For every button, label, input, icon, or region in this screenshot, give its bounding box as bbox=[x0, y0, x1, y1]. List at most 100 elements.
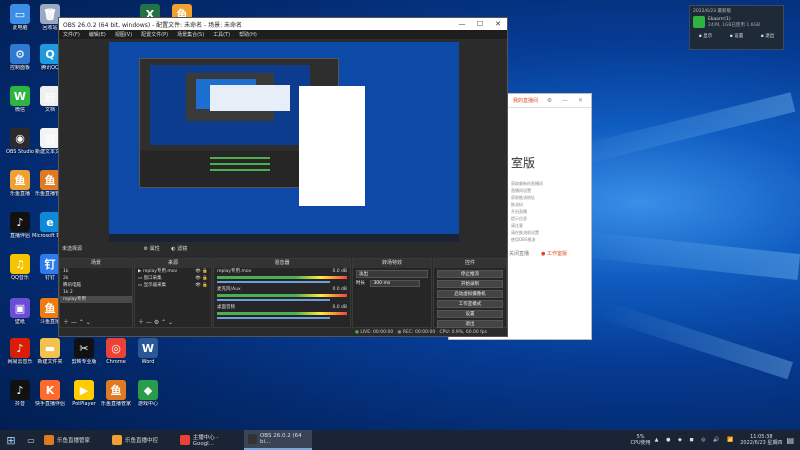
desktop-icon[interactable]: 鱼乐鱼直播管家 bbox=[98, 378, 134, 422]
menu-item[interactable]: 视图(V) bbox=[115, 31, 132, 38]
taskbar-app-label: 主播中心 - Googl... bbox=[192, 435, 219, 447]
properties-button[interactable]: ⚙ 属性 bbox=[144, 246, 160, 252]
notif-action[interactable]: ▪ 退出 bbox=[761, 33, 774, 39]
app-icon: ✂ bbox=[74, 338, 94, 358]
volume-slider[interactable] bbox=[217, 299, 330, 301]
desktop-icon-label: PotPlayer bbox=[72, 401, 96, 407]
app-icon: ♫ bbox=[10, 254, 30, 274]
minimize-button[interactable]: — bbox=[453, 20, 471, 28]
window-controls[interactable]: ⚙ — ✕ bbox=[547, 97, 591, 104]
desktop-icon-label: 游戏中心 bbox=[137, 401, 158, 407]
notif-action[interactable]: ▪ 显示 bbox=[699, 33, 712, 39]
taskbar-app[interactable]: 主播中心 - Googl... bbox=[176, 430, 244, 450]
source-item[interactable]: ▭ 显示器采集 👁 🔒 bbox=[135, 282, 211, 289]
studio-mode-button[interactable]: ● 工作室版 bbox=[541, 250, 567, 257]
bg-text-line: 提示信息 bbox=[511, 216, 527, 221]
scene-item[interactable]: 腾讯电脑 bbox=[60, 282, 132, 289]
menu-item[interactable]: 工具(T) bbox=[213, 31, 230, 38]
control-button[interactable]: 停止推流 bbox=[437, 270, 503, 278]
taskbar-app-label: 乐鱼直播管家 bbox=[57, 438, 91, 444]
app-icon bbox=[112, 435, 122, 445]
maximize-button[interactable]: ☐ bbox=[471, 20, 489, 28]
taskbar-app[interactable]: OBS 26.0.2 (64 bi... bbox=[244, 430, 312, 450]
scene-toolbar[interactable]: ＋ — ⌃ ⌄ bbox=[63, 317, 91, 326]
notif-title: 2022/6/23 最新版 bbox=[693, 9, 732, 14]
bg-lines: 获取最新的直播间 直播间设置 获取推流地址 推流码 开启直播 提示信息 请注意 请在推流前设置… bbox=[511, 180, 587, 243]
menu-item[interactable]: 文件(F) bbox=[63, 31, 80, 38]
mixer-channel[interactable]: 麦克风/Aux 0.0 dB bbox=[214, 286, 350, 301]
app-icon: ▤ bbox=[40, 86, 60, 106]
volume-meter bbox=[217, 276, 347, 279]
control-button[interactable]: 退出 bbox=[437, 320, 503, 328]
taskbar-app[interactable]: 乐鱼直播管家 bbox=[40, 430, 108, 450]
bg-text-line: 获取推流地址 bbox=[511, 195, 535, 200]
taskbar-app[interactable]: 乐鱼直播中控 bbox=[108, 430, 176, 450]
app-icon: ⚙ bbox=[10, 44, 30, 64]
rec-time: REC: 00:00:00 bbox=[402, 330, 436, 335]
app-icon: Q bbox=[40, 44, 60, 64]
desktop-icon[interactable]: ✂ 剪映专业版 bbox=[66, 336, 102, 380]
mixer-channel[interactable]: 桌面音频 0.0 dB bbox=[214, 304, 350, 319]
notification-widget[interactable]: 2022/6/23 最新版 Ekaorrr(1) 24/M, 1GB已使用 1.… bbox=[689, 5, 784, 50]
mixer-channel[interactable]: replay专用.mov 0.0 dB bbox=[214, 268, 350, 283]
bg-text-line: 推流码 bbox=[511, 202, 523, 207]
notification-center-icon[interactable]: ▤ bbox=[786, 436, 794, 445]
cpu-indicator[interactable]: 5% CPU使用 bbox=[630, 434, 650, 446]
task-view-button[interactable]: ▭ bbox=[22, 430, 40, 450]
transitions-panel: 转场特效 淡出 时长 300 ms bbox=[352, 258, 432, 328]
start-button[interactable]: ⊞ bbox=[0, 430, 22, 450]
desktop-icon[interactable]: ▬ 新建文件夹 bbox=[32, 336, 68, 380]
control-button[interactable]: 开始录制 bbox=[437, 280, 503, 288]
source-item[interactable]: ▶ replay专用.mov 👁 🔒 bbox=[135, 268, 211, 275]
desktop-icon[interactable]: W Word bbox=[130, 336, 166, 380]
obs-title: OBS 26.0.2 (64 bit, windows) - 配置文件: 未命名… bbox=[63, 21, 243, 29]
filters-button[interactable]: ◐ 滤镜 bbox=[171, 246, 187, 252]
transitions-header: 转场特效 bbox=[353, 259, 431, 268]
desktop-icon[interactable]: ◎ Chrome bbox=[98, 336, 134, 380]
menu-item[interactable]: 场景集合(S) bbox=[177, 31, 204, 38]
notif-sub: 24/M, 1GB已使用 1.6GB bbox=[708, 22, 761, 28]
bg-text-line: 使用OBS推流 bbox=[511, 237, 536, 242]
control-button[interactable]: 工作室模式 bbox=[437, 300, 503, 308]
duration-label: 时长 bbox=[356, 281, 365, 286]
control-button[interactable]: 设置 bbox=[437, 310, 503, 318]
duration-input[interactable]: 300 ms bbox=[370, 280, 421, 287]
desktop-icon-label: 新建文件夹 bbox=[37, 359, 63, 365]
menu-item[interactable]: 配置文件(P) bbox=[141, 31, 168, 38]
close-button[interactable]: ✕ bbox=[489, 20, 507, 28]
desktop-icon[interactable]: K 快手直播伴侣 bbox=[32, 378, 68, 422]
source-toolbar[interactable]: ＋ — ⚙ ⌃ ⌄ bbox=[138, 317, 173, 326]
sources-panel: 来源 ▶ replay专用.mov 👁 🔒 ▭ 窗口采集 👁 🔒 ▭ 显示器采集 👁 🔒 … bbox=[134, 258, 212, 328]
source-item[interactable]: ▭ 窗口采集 👁 🔒 bbox=[135, 275, 211, 282]
scene-item[interactable]: replay专用 bbox=[60, 296, 132, 303]
scene-item[interactable]: 2k bbox=[60, 275, 132, 282]
controls-panel: 控件 停止推流 开始录制 启动虚拟摄像机 工作室模式 设置 退出 bbox=[433, 258, 507, 328]
obs-preview[interactable] bbox=[109, 42, 459, 242]
obs-window[interactable]: OBS 26.0.2 (64 bit, windows) - 配置文件: 未命名… bbox=[58, 17, 508, 337]
menu-item[interactable]: 帮助(H) bbox=[239, 31, 257, 38]
desktop-icon-label: Word bbox=[141, 359, 155, 365]
bg-button-a[interactable]: 关闭直播 bbox=[509, 250, 529, 257]
app-icon: 鱼 bbox=[10, 170, 30, 190]
scene-item[interactable]: 1k bbox=[60, 268, 132, 275]
music-icon: ♪ bbox=[10, 212, 30, 232]
desktop-icon[interactable]: ▶ PotPlayer bbox=[66, 378, 102, 422]
tray-icons[interactable]: ▲ ● ◆ ◼ ◎ 🔊 📶 bbox=[655, 437, 737, 443]
notif-action[interactable]: ▪ 设置 bbox=[730, 33, 743, 39]
app-icon: ▤ bbox=[40, 128, 60, 148]
transition-select[interactable]: 淡出 bbox=[356, 270, 428, 278]
scene-item[interactable]: 1k 2 bbox=[60, 289, 132, 296]
clock[interactable]: 11:05:38 2022/6/23 星期四 bbox=[740, 434, 782, 446]
volume-slider[interactable] bbox=[217, 317, 330, 319]
obs-menubar: 文件(F) 编辑(E) 视图(V) 配置文件(P) 场景集合(S) 工具(T) 帮助(H) bbox=[59, 30, 507, 39]
bg-text-line: 开启直播 bbox=[511, 209, 527, 214]
channel-name: replay专用.mov bbox=[217, 269, 252, 274]
scenes-panel: 场景 1k 2k 腾讯电脑 1k 2 replay专用 ＋ — ⌃ ⌄ bbox=[59, 258, 133, 328]
control-button[interactable]: 启动虚拟摄像机 bbox=[437, 290, 503, 298]
volume-slider[interactable] bbox=[217, 281, 330, 283]
desktop-icon[interactable]: ◆ 游戏中心 bbox=[130, 378, 166, 422]
window-title: 我的直播间 bbox=[513, 98, 539, 104]
obs-titlebar[interactable]: OBS 26.0.2 (64 bit, windows) - 配置文件: 未命名… bbox=[59, 18, 507, 30]
obs-status-bar: ● LIVE: 00:00:00 ● REC: 00:00:00 CPU: 0.… bbox=[354, 330, 487, 335]
menu-item[interactable]: 编辑(E) bbox=[89, 31, 106, 38]
